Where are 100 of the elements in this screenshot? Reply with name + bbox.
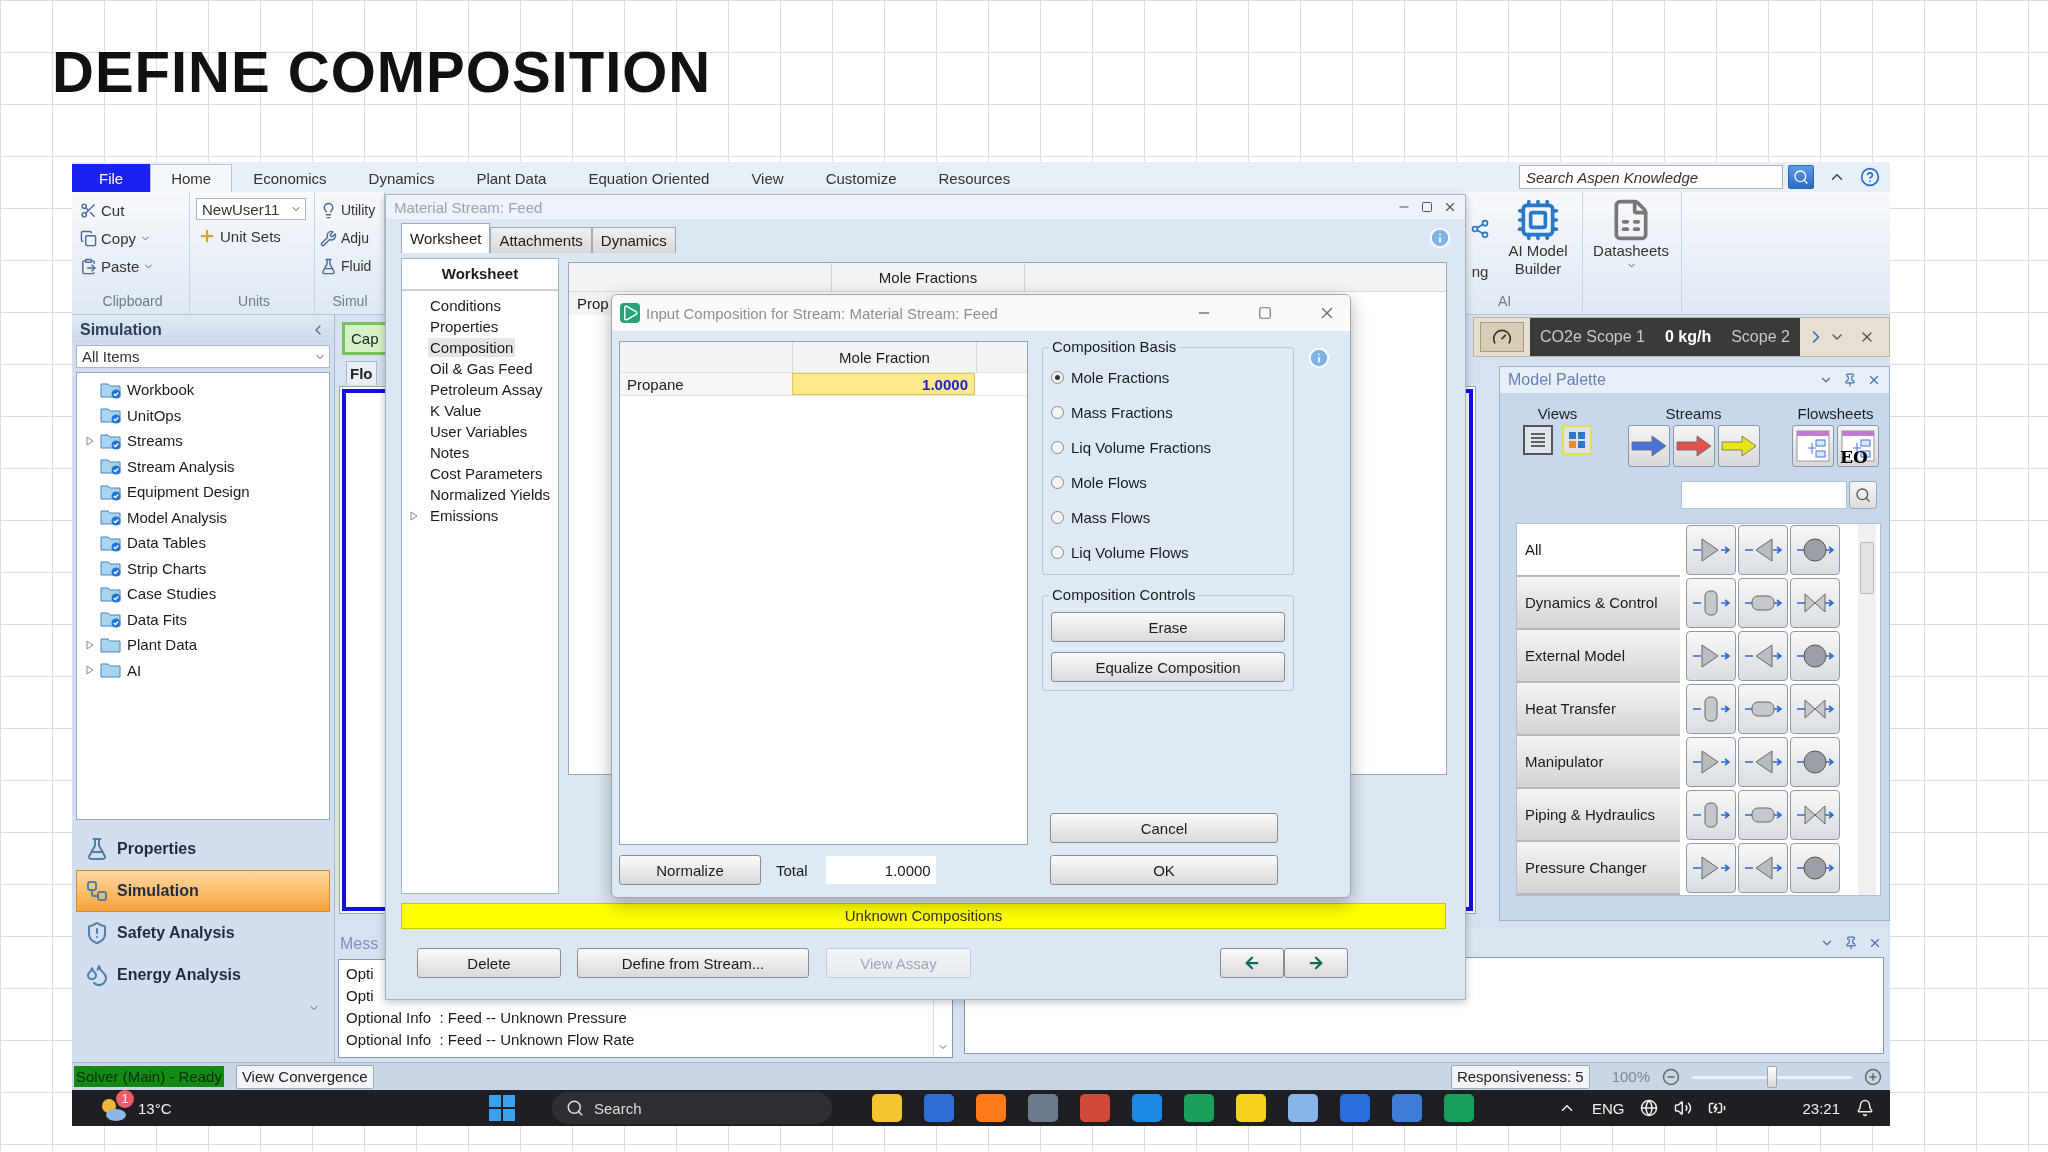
stream-button[interactable] xyxy=(1672,425,1715,467)
maximize-icon[interactable] xyxy=(1258,306,1272,320)
ribbon-button[interactable]: Cut xyxy=(78,198,127,222)
speaker-icon[interactable] xyxy=(1674,1099,1693,1117)
page-list-item[interactable]: K Value xyxy=(428,401,484,420)
zoom-in-icon[interactable] xyxy=(1864,1067,1882,1086)
page-list-item[interactable]: Properties xyxy=(428,317,501,336)
stream-button[interactable] xyxy=(1627,425,1670,467)
tree-item[interactable]: Streams xyxy=(127,432,183,450)
nav-section-button[interactable]: Safety Analysis xyxy=(76,912,330,954)
category-button[interactable]: Pressure Changer xyxy=(1517,842,1680,895)
tree-item[interactable]: Data Tables xyxy=(127,534,206,552)
expand-arrow-icon[interactable] xyxy=(86,639,94,650)
ribbon-tab[interactable]: Equation Oriented xyxy=(567,164,731,192)
page-list-item[interactable]: Conditions xyxy=(428,296,503,315)
dialog-button[interactable]: OK xyxy=(1050,855,1278,885)
globe-icon[interactable] xyxy=(1640,1099,1659,1117)
radio-indicator[interactable] xyxy=(1051,511,1064,524)
expand-arrow-icon[interactable] xyxy=(410,510,418,521)
radio-option[interactable]: Mass Flows xyxy=(1051,504,1151,531)
zoom-slider[interactable] xyxy=(1692,1065,1852,1088)
close-icon[interactable] xyxy=(1443,200,1457,214)
unit-operation-button[interactable] xyxy=(1686,790,1736,840)
page-list-item[interactable]: Emissions xyxy=(428,506,501,525)
notification-icon[interactable] xyxy=(1856,1099,1874,1117)
radio-indicator[interactable] xyxy=(1051,371,1064,384)
category-button[interactable]: Dynamics & Control xyxy=(1517,577,1680,630)
ribbon-tab[interactable]: Home xyxy=(150,164,233,192)
search-field[interactable]: Search Aspen Knowledge xyxy=(1519,165,1783,189)
window-tab[interactable]: Dynamics xyxy=(591,227,676,253)
help-icon[interactable] xyxy=(1860,167,1880,187)
ribbon-tab[interactable]: Resources xyxy=(917,164,1032,192)
radio-indicator[interactable] xyxy=(1051,441,1064,454)
info-icon[interactable] xyxy=(1429,227,1451,249)
unit-operation-button[interactable] xyxy=(1790,737,1840,787)
radio-option[interactable]: Mole Flows xyxy=(1051,469,1147,496)
toolbar-button[interactable]: Cap xyxy=(342,322,388,355)
dialog-button[interactable]: Cancel xyxy=(1050,813,1278,843)
tree-item[interactable]: Strip Charts xyxy=(127,559,207,577)
ribbon-button[interactable]: Adju xyxy=(318,226,372,250)
radio-indicator[interactable] xyxy=(1051,476,1064,489)
previous-button[interactable] xyxy=(1220,948,1284,978)
nav-section-button[interactable]: Simulation xyxy=(76,870,330,912)
radio-indicator[interactable] xyxy=(1051,546,1064,559)
unit-operation-button[interactable] xyxy=(1790,790,1840,840)
unit-operation-button[interactable] xyxy=(1738,578,1788,628)
radio-indicator[interactable] xyxy=(1051,406,1064,419)
radio-option[interactable]: Liq Volume Flows xyxy=(1051,539,1189,566)
tree-item[interactable]: Equipment Design xyxy=(127,483,250,501)
next-button[interactable] xyxy=(1284,948,1348,978)
ribbon-button[interactable]: Copy xyxy=(78,226,154,250)
zoom-out-icon[interactable] xyxy=(1662,1067,1680,1086)
page-list-item[interactable]: Notes xyxy=(428,443,472,462)
search-button[interactable] xyxy=(1849,481,1877,509)
action-button[interactable]: Define from Stream... xyxy=(577,948,809,978)
expand-arrow-icon[interactable] xyxy=(86,665,94,676)
info-icon[interactable] xyxy=(1308,347,1330,369)
tree-item[interactable]: Data Fits xyxy=(127,610,187,628)
pin-icon[interactable] xyxy=(1844,936,1858,950)
filter-select[interactable]: All Items xyxy=(76,345,330,368)
radio-option[interactable]: Mole Fractions xyxy=(1051,364,1170,391)
ribbon-tab[interactable]: View xyxy=(730,164,805,192)
ribbon-tab[interactable]: Dynamics xyxy=(347,164,456,192)
flowsheet-tab[interactable]: Flo xyxy=(346,361,377,385)
unit-operation-button[interactable] xyxy=(1790,578,1840,628)
control-button[interactable]: Equalize Composition xyxy=(1051,652,1285,682)
category-button[interactable]: Heat Transfer xyxy=(1517,683,1680,736)
view-convergence-button[interactable]: View Convergence xyxy=(235,1064,374,1089)
radio-option[interactable]: Liq Volume Fractions xyxy=(1051,434,1212,461)
ribbon-large-button[interactable]: ng xyxy=(1468,198,1492,293)
unit-operation-button[interactable] xyxy=(1738,790,1788,840)
subflowsheet-button[interactable] xyxy=(1792,425,1834,467)
ribbon-button[interactable]: Utility xyxy=(318,198,378,222)
start-button[interactable] xyxy=(488,1094,516,1122)
unit-operation-button[interactable] xyxy=(1686,631,1736,681)
unit-operation-button[interactable] xyxy=(1686,843,1736,893)
ribbon-tab[interactable]: Customize xyxy=(804,164,918,192)
window-tab[interactable]: Attachments xyxy=(490,227,592,253)
responsiveness-button[interactable]: Responsiveness: 5 xyxy=(1450,1064,1590,1089)
tree-item[interactable]: UnitOps xyxy=(127,406,182,424)
radio-option[interactable]: Mass Fractions xyxy=(1051,399,1173,426)
unit-operation-button[interactable] xyxy=(1738,631,1788,681)
unit-operation-button[interactable] xyxy=(1738,843,1788,893)
category-button[interactable]: Piping & Hydraulics xyxy=(1517,789,1680,842)
unit-operation-button[interactable] xyxy=(1738,684,1788,734)
value-cell[interactable]: 1.0000 xyxy=(792,373,975,395)
palette-search-field[interactable] xyxy=(1681,481,1847,509)
control-button[interactable]: Erase xyxy=(1051,612,1285,642)
ribbon-button[interactable]: Fluid xyxy=(318,254,374,278)
tree-item[interactable]: Case Studies xyxy=(127,585,217,603)
tree-item[interactable]: Stream Analysis xyxy=(127,457,235,475)
taskbar-search-field[interactable]: Search xyxy=(552,1092,832,1124)
subflowsheet-button[interactable]: EO xyxy=(1837,425,1879,467)
page-list-item[interactable]: Petroleum Assay xyxy=(428,380,545,399)
ribbon-large-button[interactable]: Datasheets xyxy=(1585,198,1677,314)
page-list-item[interactable]: User Variables xyxy=(428,422,530,441)
unit-operation-button[interactable] xyxy=(1790,843,1840,893)
total-field[interactable]: 1.0000 xyxy=(825,856,936,884)
unit-operation-button[interactable] xyxy=(1790,631,1840,681)
unit-set-select[interactable]: NewUser11 xyxy=(196,198,306,220)
